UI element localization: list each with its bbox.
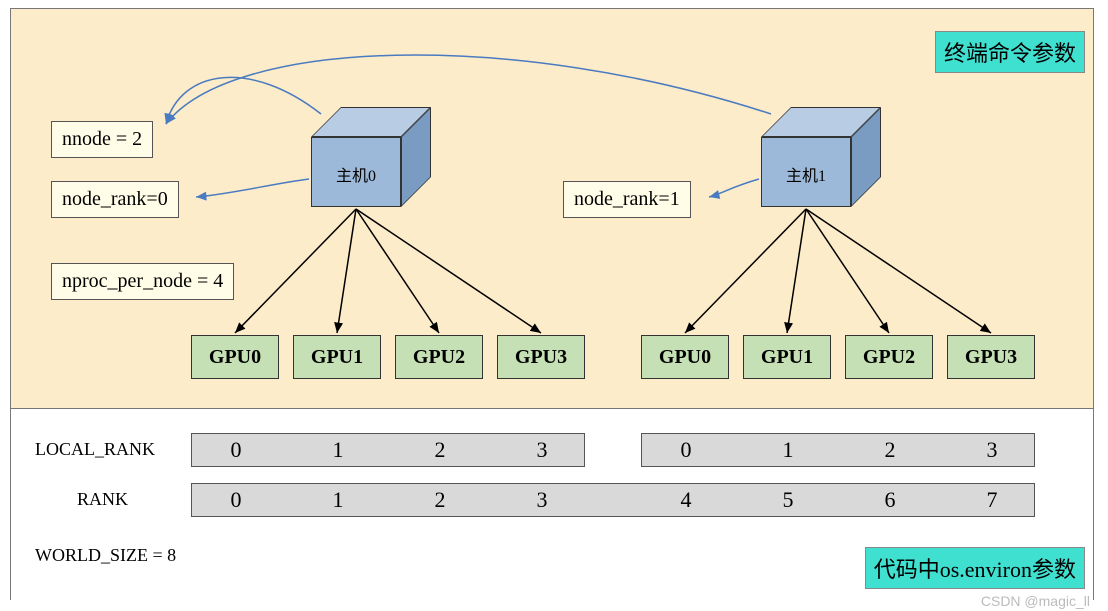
host-1-label: 主机1	[761, 162, 851, 186]
gpu-right-0: GPU0	[641, 335, 729, 379]
rank-val: 5	[744, 487, 832, 513]
host-0-cube: 主机0	[311, 107, 431, 207]
param-nproc-per-node: nproc_per_node = 4	[51, 263, 234, 300]
gpu-right-1: GPU1	[743, 335, 831, 379]
rank-val: 7	[948, 487, 1036, 513]
rank-bar: 0 1 2 3 4 5 6 7	[191, 483, 1035, 517]
rank-val: 0	[192, 487, 280, 513]
rank-val: 1	[294, 487, 382, 513]
rank-val: 3	[498, 487, 586, 513]
host-1-cube: 主机1	[761, 107, 881, 207]
watermark: CSDN @magic_ll	[981, 593, 1090, 609]
param-node-rank-1: node_rank=1	[563, 181, 691, 218]
label-rank: RANK	[77, 489, 128, 510]
local-rank-val: 1	[744, 437, 832, 463]
local-rank-val: 2	[396, 437, 484, 463]
param-node-rank-0: node_rank=0	[51, 181, 179, 218]
local-rank-val: 3	[498, 437, 586, 463]
local-rank-val: 0	[642, 437, 730, 463]
bottom-section: LOCAL_RANK RANK WORLD_SIZE = 8 0 1 2 3 0…	[11, 409, 1093, 601]
rank-val: 2	[396, 487, 484, 513]
badge-os-environ-params: 代码中os.environ参数	[865, 547, 1085, 589]
diagram-frame: 终端命令参数 nnode = 2 node_rank=0 nproc_per_n…	[10, 8, 1094, 600]
local-rank-val: 2	[846, 437, 934, 463]
param-nnode: nnode = 2	[51, 121, 153, 158]
label-world-size: WORLD_SIZE = 8	[35, 545, 176, 566]
top-section: 终端命令参数 nnode = 2 node_rank=0 nproc_per_n…	[11, 9, 1093, 409]
gpu-right-3: GPU3	[947, 335, 1035, 379]
gpu-left-1: GPU1	[293, 335, 381, 379]
rank-val: 6	[846, 487, 934, 513]
badge-terminal-params: 终端命令参数	[935, 31, 1085, 73]
local-rank-val: 0	[192, 437, 280, 463]
local-rank-bar-left: 0 1 2 3	[191, 433, 585, 467]
gpu-left-0: GPU0	[191, 335, 279, 379]
rank-val: 4	[642, 487, 730, 513]
host-0-label: 主机0	[311, 162, 401, 186]
gpu-left-3: GPU3	[497, 335, 585, 379]
label-local-rank: LOCAL_RANK	[35, 439, 155, 460]
gpu-right-2: GPU2	[845, 335, 933, 379]
gpu-left-2: GPU2	[395, 335, 483, 379]
local-rank-val: 3	[948, 437, 1036, 463]
local-rank-val: 1	[294, 437, 382, 463]
local-rank-bar-right: 0 1 2 3	[641, 433, 1035, 467]
